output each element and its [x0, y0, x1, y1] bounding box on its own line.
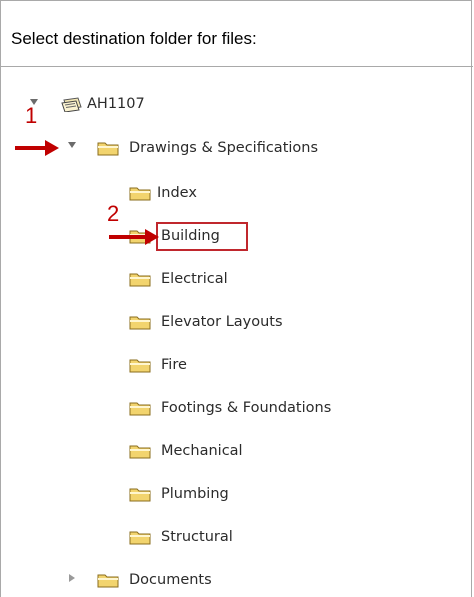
annotation-arrow-2-icon	[109, 229, 159, 245]
tree-node-root[interactable]: AH1107	[61, 93, 145, 115]
folder-icon	[129, 488, 151, 502]
tree-node-label: Drawings & Specifications	[129, 140, 319, 156]
tree-node-elevator-layouts[interactable]: Elevator Layouts	[129, 311, 283, 333]
tree-node-label: Index	[157, 185, 197, 201]
folder-icon	[129, 273, 151, 287]
folder-icon	[97, 142, 119, 156]
tree-node-label: Fire	[161, 357, 187, 373]
tree-node-label: Mechanical	[161, 443, 243, 459]
annotation-arrow-1-icon	[15, 140, 59, 156]
annotation-step-1: 1	[25, 103, 38, 128]
tree-node-index[interactable]: Index	[129, 182, 197, 204]
tree-node-label: Documents	[129, 572, 212, 588]
selection-highlight-box	[156, 222, 248, 251]
folder-picker-panel: Select destination folder for files: AH1…	[0, 0, 473, 597]
tree-node-label: Plumbing	[161, 486, 229, 502]
folder-icon	[97, 574, 119, 588]
tree-node-plumbing[interactable]: Plumbing	[129, 483, 229, 505]
tree-node-label: Electrical	[161, 271, 228, 287]
tree-node-structural[interactable]: Structural	[129, 526, 233, 548]
tree-node-electrical[interactable]: Electrical	[129, 268, 228, 290]
folder-icon	[129, 445, 151, 459]
folder-icon	[129, 531, 151, 545]
folder-icon	[129, 187, 151, 201]
tree-node-documents[interactable]: Documents	[97, 569, 212, 591]
tree-node-mechanical[interactable]: Mechanical	[129, 440, 243, 462]
folder-icon	[129, 316, 151, 330]
dialog-header: Select destination folder for files:	[11, 29, 257, 48]
tree-node-label: Structural	[161, 529, 233, 545]
tree-node-label: Footings & Foundations	[161, 400, 332, 416]
tree-node-drawings[interactable]: Drawings & Specifications	[97, 137, 318, 159]
header-divider	[1, 66, 473, 67]
folder-icon	[129, 402, 151, 416]
tree-node-footings-foundations[interactable]: Footings & Foundations	[129, 397, 331, 419]
annotation-step-2: 2	[107, 201, 120, 226]
library-icon	[61, 97, 82, 112]
folder-icon	[129, 359, 151, 373]
tree-node-label: Elevator Layouts	[161, 314, 283, 330]
drawings-expand-toggle-icon[interactable]	[67, 140, 77, 150]
tree-node-label: AH1107	[87, 96, 145, 112]
tree-node-fire[interactable]: Fire	[129, 354, 187, 376]
documents-expand-toggle-icon[interactable]	[67, 573, 77, 583]
